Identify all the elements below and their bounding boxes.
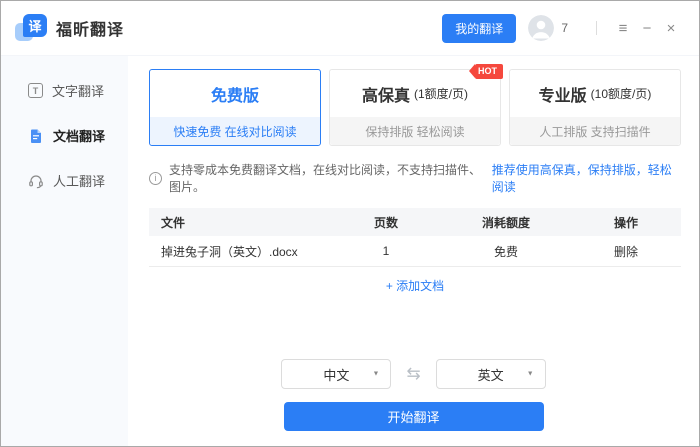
plan-price: (1额度/页) <box>414 85 468 102</box>
translate-controls: 中文 ▼ ⇆ 英文 ▼ 开始翻译 <box>128 359 699 431</box>
column-header-quota: 消耗额度 <box>441 214 571 231</box>
plan-desc: 人工排版 支持扫描件 <box>510 117 680 145</box>
chevron-down-icon: ▼ <box>372 371 379 378</box>
my-translations-button[interactable]: 我的翻译 <box>442 14 516 43</box>
language-row: 中文 ▼ ⇆ 英文 ▼ <box>281 359 545 389</box>
header: 译 福昕翻译 我的翻译 7 ≡ − × <box>1 1 699 56</box>
sidebar-item-label: 文档翻译 <box>53 126 105 145</box>
source-language-value: 中文 <box>323 365 349 384</box>
human-translate-icon <box>28 173 44 189</box>
plan-name: 免费版 <box>211 82 259 106</box>
plan-cards: 免费版 快速免费 在线对比阅读 HOT 高保真 (1额度/页) 保持排版 轻松阅… <box>149 69 681 146</box>
plan-card-professional[interactable]: 专业版 (10额度/页) 人工排版 支持扫描件 <box>509 69 681 146</box>
delete-file-button[interactable]: 删除 <box>571 243 681 260</box>
plan-card-title: 专业版 (10额度/页) <box>510 70 680 117</box>
notice-line: i 支持零成本免费翻译文档，在线对比阅读，不支持扫描件、图片。 推荐使用高保真，… <box>149 161 681 195</box>
app-logo: 译 <box>15 13 47 43</box>
sidebar-item-human-translate[interactable]: 人工翻译 <box>1 158 128 203</box>
column-header-file: 文件 <box>149 214 331 231</box>
sidebar-item-text-translate[interactable]: T 文字翻译 <box>1 68 128 113</box>
document-translate-icon <box>28 128 44 144</box>
minimize-icon[interactable]: − <box>635 21 659 36</box>
notice-recommend-link[interactable]: 推荐使用高保真，保持排版，轻松阅读 <box>492 161 681 195</box>
plan-price: (10额度/页) <box>591 85 652 102</box>
header-divider <box>596 21 597 35</box>
plan-card-high-fidelity[interactable]: HOT 高保真 (1额度/页) 保持排版 轻松阅读 <box>329 69 501 146</box>
plan-name: 专业版 <box>539 82 587 106</box>
swap-languages-icon[interactable]: ⇆ <box>406 364 420 384</box>
app-title: 福昕翻译 <box>56 16 124 40</box>
credit-count: 7 <box>561 21 568 35</box>
plan-card-free[interactable]: 免费版 快速免费 在线对比阅读 <box>149 69 321 146</box>
chevron-down-icon: ▼ <box>527 371 534 378</box>
header-right: 我的翻译 7 ≡ − × <box>442 14 683 43</box>
info-icon: i <box>149 172 162 185</box>
file-name: 掉进兔子洞（英文）.docx <box>149 243 331 260</box>
app-window: 译 福昕翻译 我的翻译 7 ≡ − × T 文字翻译 <box>0 0 700 447</box>
file-quota: 免费 <box>441 243 571 260</box>
sidebar: T 文字翻译 文档翻译 人工翻译 <box>1 56 128 446</box>
menu-icon[interactable]: ≡ <box>611 21 635 36</box>
text-translate-icon: T <box>28 83 43 98</box>
start-translate-button[interactable]: 开始翻译 <box>284 402 544 431</box>
hot-badge: HOT <box>475 64 503 79</box>
table-header-row: 文件 页数 消耗额度 操作 <box>149 208 681 236</box>
sidebar-item-label: 人工翻译 <box>53 171 105 190</box>
close-icon[interactable]: × <box>659 21 683 36</box>
plan-desc: 快速免费 在线对比阅读 <box>150 117 320 145</box>
source-language-select[interactable]: 中文 ▼ <box>281 359 391 389</box>
plan-desc: 保持排版 轻松阅读 <box>330 117 500 145</box>
column-header-action: 操作 <box>571 214 681 231</box>
logo-translate-icon: 译 <box>23 14 47 37</box>
main-content: 免费版 快速免费 在线对比阅读 HOT 高保真 (1额度/页) 保持排版 轻松阅… <box>128 56 699 446</box>
plan-name: 高保真 <box>362 82 410 106</box>
column-header-pages: 页数 <box>331 214 441 231</box>
sidebar-item-document-translate[interactable]: 文档翻译 <box>1 113 128 158</box>
notice-text: 支持零成本免费翻译文档，在线对比阅读，不支持扫描件、图片。 <box>169 161 492 195</box>
target-language-select[interactable]: 英文 ▼ <box>436 359 546 389</box>
add-document-link[interactable]: + 添加文档 <box>149 277 681 294</box>
target-language-value: 英文 <box>478 365 504 384</box>
file-table: 文件 页数 消耗额度 操作 掉进兔子洞（英文）.docx 1 免费 删除 <box>149 208 681 267</box>
plan-card-title: 免费版 <box>150 70 320 117</box>
body: T 文字翻译 文档翻译 人工翻译 <box>1 56 699 446</box>
file-pages: 1 <box>331 244 441 258</box>
user-avatar-icon <box>528 15 554 41</box>
sidebar-item-label: 文字翻译 <box>52 81 104 100</box>
table-row: 掉进兔子洞（英文）.docx 1 免费 删除 <box>149 236 681 267</box>
avatar[interactable] <box>528 15 554 41</box>
